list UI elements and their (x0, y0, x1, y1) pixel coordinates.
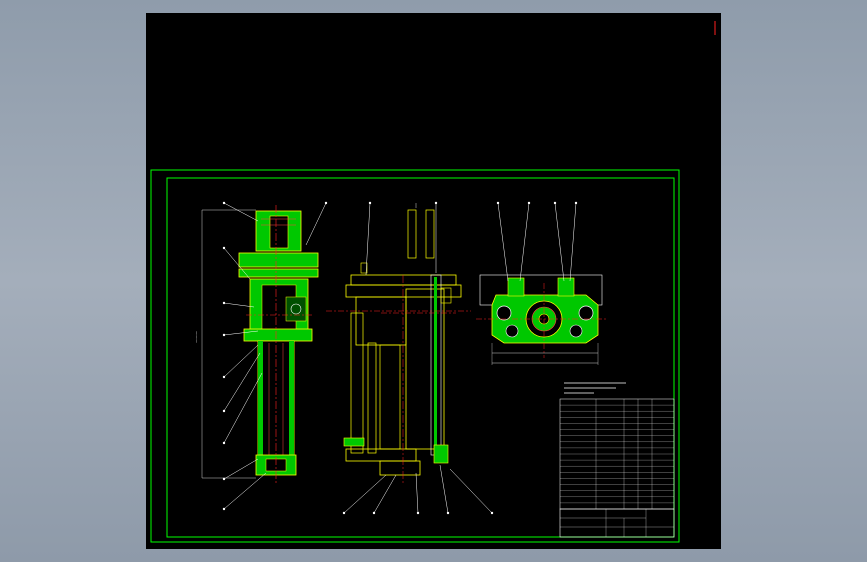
balloon-marker (342, 511, 346, 515)
balloon-marker (222, 477, 226, 481)
parts-list (559, 398, 675, 510)
balloon-marker (222, 246, 226, 250)
leader-line (554, 202, 565, 282)
leader-line (223, 472, 267, 510)
balloon-marker (434, 201, 438, 205)
leader-line (343, 474, 387, 514)
notes-text-block (564, 382, 626, 394)
balloon-marker (416, 511, 420, 515)
cad-viewport[interactable]: ——— (146, 13, 721, 549)
balloon-marker (324, 201, 328, 205)
balloon-marker (222, 333, 226, 337)
cad-drawing: ——— (150, 21, 716, 543)
balloon-marker (222, 375, 226, 379)
balloon-marker (574, 201, 578, 205)
balloon-marker (446, 511, 450, 515)
balloon-marker (222, 409, 226, 413)
leader-line (439, 464, 449, 514)
balloon-marker (490, 511, 494, 515)
leader-line (223, 302, 255, 308)
leader-line (223, 202, 259, 222)
front-section-view: ——— (194, 205, 319, 483)
balloon-marker (372, 511, 376, 515)
leader-line (497, 202, 509, 282)
balloon-marker (222, 507, 226, 511)
leader-line (373, 474, 397, 514)
leader-line (223, 372, 263, 444)
leader-line (223, 344, 259, 378)
top-view (476, 274, 608, 365)
leader-line (223, 458, 259, 480)
title-block (559, 508, 675, 538)
balloon-marker (222, 201, 226, 205)
balloon-marker (496, 201, 500, 205)
leader-line (519, 202, 530, 282)
leader-line (449, 468, 493, 514)
leader-line (415, 472, 419, 514)
balloon-marker (553, 201, 557, 205)
outer-frame (150, 169, 680, 543)
leader-line (305, 202, 327, 246)
balloon-marker (222, 301, 226, 305)
leader-line (365, 202, 371, 276)
svg-text:———: ——— (194, 331, 199, 343)
balloon-marker (222, 441, 226, 445)
side-view (326, 203, 471, 483)
leader-line (569, 202, 577, 282)
balloon-marker (368, 201, 372, 205)
leader-line (223, 352, 261, 412)
balloon-marker (527, 201, 531, 205)
